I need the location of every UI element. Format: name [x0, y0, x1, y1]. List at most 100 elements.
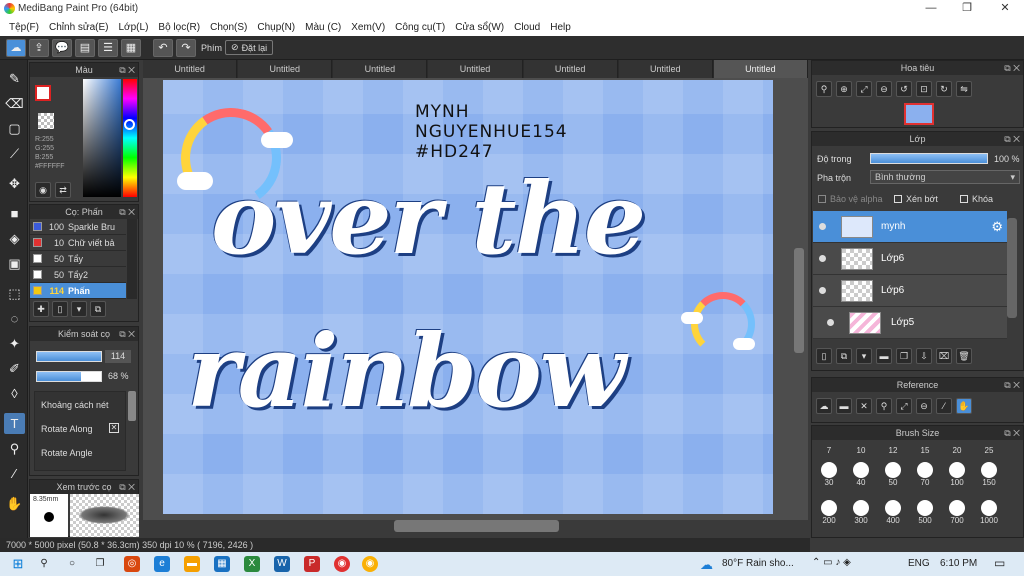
brush-size-option[interactable]: 40	[847, 462, 875, 487]
protect-alpha-checkbox[interactable]	[818, 195, 826, 203]
hand-tool-icon[interactable]: ✋	[4, 493, 25, 514]
close-icon[interactable]: ✕	[986, 0, 1024, 18]
menu-edit[interactable]: Chỉnh sửa(E)	[46, 22, 116, 33]
panel-menu-icon[interactable]: ⧉ ✕	[1004, 426, 1020, 440]
layer-item[interactable]: Lớp5	[813, 307, 1007, 339]
brush-size-option[interactable]: 400	[879, 500, 907, 525]
fit-window-icon[interactable]: ⊡	[916, 81, 932, 97]
weather-text[interactable]: 80°F Rain sho...	[722, 558, 794, 569]
flip-icon[interactable]: ⇋	[956, 81, 972, 97]
notification-icon[interactable]: ▭	[994, 556, 1005, 570]
color-sv-picker[interactable]	[83, 79, 121, 197]
brush-list-item[interactable]: 10 Chữ viết bả	[30, 235, 126, 251]
word-icon[interactable]: W	[274, 556, 290, 572]
lock-checkbox[interactable]	[960, 195, 968, 203]
zoom-out-icon[interactable]: ⊖	[916, 398, 932, 414]
layer-scrollbar[interactable]	[1007, 218, 1017, 318]
shape-tool-icon[interactable]: ▢	[4, 118, 25, 139]
opacity-slider[interactable]	[36, 371, 102, 382]
brush-copy-icon[interactable]: ⧉	[90, 301, 106, 317]
undo-icon[interactable]: ↶	[153, 38, 173, 57]
brush-list-item[interactable]: 50 Tẩy2	[30, 267, 126, 283]
eye-icon[interactable]	[819, 287, 826, 294]
brush-size-option[interactable]: 50	[879, 462, 907, 487]
line-tool-icon[interactable]: ⟋	[4, 143, 25, 164]
windows-start-icon[interactable]: ⊞	[10, 556, 26, 572]
spacing-label[interactable]: Khoảng cách nét	[41, 400, 109, 410]
reset-button[interactable]: ⊘ Đặt lại	[225, 40, 274, 55]
duplicate-icon[interactable]: ❐	[896, 348, 912, 364]
cloud-icon[interactable]: ☁	[816, 398, 832, 414]
brush-size-option[interactable]: 100	[943, 462, 971, 487]
brush-size-option[interactable]: 300	[847, 500, 875, 525]
size-value[interactable]: 114	[105, 350, 131, 363]
menu-tools[interactable]: Công cụ(T)	[392, 22, 452, 33]
gear-icon[interactable]: ⚙	[991, 219, 1003, 235]
zoom-fit-icon[interactable]: ⚲	[816, 81, 832, 97]
brush-new-icon[interactable]: ▯	[52, 301, 68, 317]
task-view-icon[interactable]: ❐	[92, 556, 108, 572]
dropper-icon[interactable]: ⁄	[936, 398, 952, 414]
select-eraser-icon[interactable]: ◊	[4, 383, 25, 404]
brush-size-option[interactable]: 150	[975, 462, 1003, 487]
store-icon[interactable]: ▦	[214, 556, 230, 572]
new-layer-type-icon[interactable]: ▾	[856, 348, 872, 364]
brush-size-option[interactable]: 500	[911, 500, 939, 525]
menu-window[interactable]: Cửa sổ(W)	[452, 22, 511, 33]
app-icon[interactable]: ◎	[124, 556, 140, 572]
transparent-swatch[interactable]	[38, 113, 54, 129]
hue-handle[interactable]	[124, 119, 135, 130]
brush-add-icon[interactable]: ✚	[33, 301, 49, 317]
eye-icon[interactable]	[819, 255, 826, 262]
brush-size-option[interactable]: 1000	[975, 500, 1003, 525]
delete-layer-icon[interactable]: 🗑	[956, 348, 972, 364]
brush-list-item[interactable]: 100 Sparkle Bru	[30, 219, 126, 235]
layer-opacity-slider[interactable]	[870, 153, 988, 164]
rotate-along-checkbox[interactable]: ✕	[109, 423, 119, 433]
size-slider[interactable]	[36, 351, 102, 362]
language-indicator[interactable]: ENG	[908, 558, 930, 569]
merge-icon[interactable]: ⇩	[916, 348, 932, 364]
rotate-along-label[interactable]: Rotate Along	[41, 424, 93, 434]
eye-icon[interactable]	[827, 319, 834, 326]
tray-icons[interactable]: ⌃ ▭ ♪ ◈	[812, 557, 851, 568]
select-pen-icon[interactable]: ✐	[4, 358, 25, 379]
layer-item[interactable]: mynh ⚙	[813, 211, 1007, 243]
excel-icon[interactable]: X	[244, 556, 260, 572]
primary-color-swatch[interactable]	[35, 85, 51, 101]
rotate-right-icon[interactable]: ↻	[936, 81, 952, 97]
navigator-thumbnail[interactable]	[904, 103, 934, 125]
menu-help[interactable]: Help	[547, 22, 578, 33]
brush-scrollbar[interactable]	[127, 219, 137, 299]
menu-cloud[interactable]: Cloud	[511, 22, 547, 33]
clear-icon[interactable]: ⌧	[936, 348, 952, 364]
zoom-fit-icon[interactable]: ⚲	[876, 398, 892, 414]
edge-icon[interactable]: e	[154, 556, 170, 572]
brush-list-item[interactable]: 50 Tẩy	[30, 251, 126, 267]
tab-untitled-6[interactable]: Untitled	[618, 60, 713, 78]
menu-layer[interactable]: Lớp(L)	[116, 22, 156, 33]
panel-menu-icon[interactable]: ⧉ ✕	[1004, 61, 1020, 75]
brush-size-option[interactable]: 70	[911, 462, 939, 487]
comment-icon[interactable]: 💬	[52, 38, 72, 57]
palette-icon[interactable]: ◉	[35, 182, 51, 198]
clipping-checkbox[interactable]	[894, 195, 902, 203]
bucket-tool-icon[interactable]: ◈	[4, 228, 25, 249]
brush-save-icon[interactable]: ▾	[71, 301, 87, 317]
brush-size-option[interactable]: 10	[847, 446, 875, 455]
artwork-canvas[interactable]: MYNH NGUYENHUE154 #HD247 over the rainbo…	[163, 80, 773, 514]
brush-size-option[interactable]: 25	[975, 446, 1003, 455]
redo-icon[interactable]: ↷	[176, 38, 196, 57]
brush-size-option[interactable]: 20	[943, 446, 971, 455]
brush-size-option[interactable]: 15	[911, 446, 939, 455]
brush-size-option[interactable]: 12	[879, 446, 907, 455]
medibang-icon[interactable]: ◉	[362, 556, 378, 572]
file-explorer-icon[interactable]: ▬	[184, 556, 200, 572]
cortana-icon[interactable]: ○	[64, 556, 80, 572]
hand-icon[interactable]: ✋	[956, 398, 972, 414]
fill-rect-tool-icon[interactable]: ■	[4, 203, 25, 224]
tab-untitled-2[interactable]: Untitled	[238, 60, 333, 78]
rotate-angle-label[interactable]: Rotate Angle	[41, 448, 93, 458]
panel-menu-icon[interactable]: ⧉ ✕	[119, 327, 135, 341]
layer-item[interactable]: Lớp6	[813, 275, 1007, 307]
